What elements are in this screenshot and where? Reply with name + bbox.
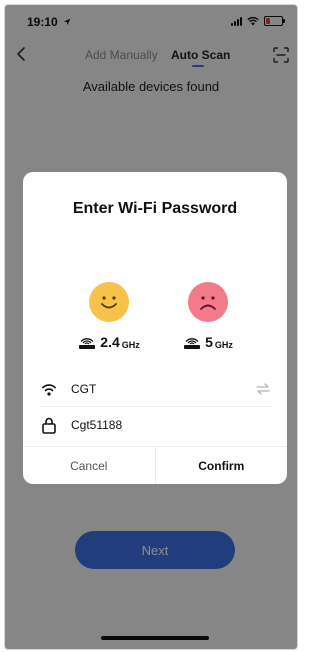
ssid-row[interactable]: CGT [39, 372, 271, 407]
router-icon [79, 338, 96, 349]
confirm-button[interactable]: Confirm [156, 447, 288, 484]
band-unit: GHz [214, 340, 233, 350]
band-number: 5 [205, 334, 213, 350]
band-2-4ghz: 2.4 GHz [71, 282, 147, 350]
password-row[interactable]: Cgt51188 [39, 408, 271, 442]
phone-screen: 19:10 Add Manually Auto Scan Available d… [4, 4, 298, 650]
band-number: 2.4 [100, 334, 120, 350]
ssid-value: CGT [71, 382, 97, 396]
band-5ghz: 5 GHz [170, 282, 246, 350]
wifi-icon [42, 384, 56, 396]
band-label: 5 GHz [170, 334, 246, 350]
cancel-button[interactable]: Cancel [23, 447, 156, 484]
dialog-title: Enter Wi-Fi Password [72, 200, 238, 217]
smile-face-icon [89, 282, 129, 322]
password-field[interactable]: Cgt51188 [71, 418, 271, 432]
lock-icon [42, 417, 56, 434]
band-label: 2.4 GHz [71, 334, 147, 350]
sad-face-icon [188, 282, 228, 322]
wifi-password-dialog: Enter Wi-Fi Password 2.4 GHz 5 GHz CGT C… [23, 172, 287, 484]
switch-network-icon[interactable] [255, 382, 271, 396]
dialog-footer: Cancel Confirm [23, 446, 287, 484]
band-unit: GHz [121, 340, 140, 350]
router-icon [184, 338, 201, 349]
